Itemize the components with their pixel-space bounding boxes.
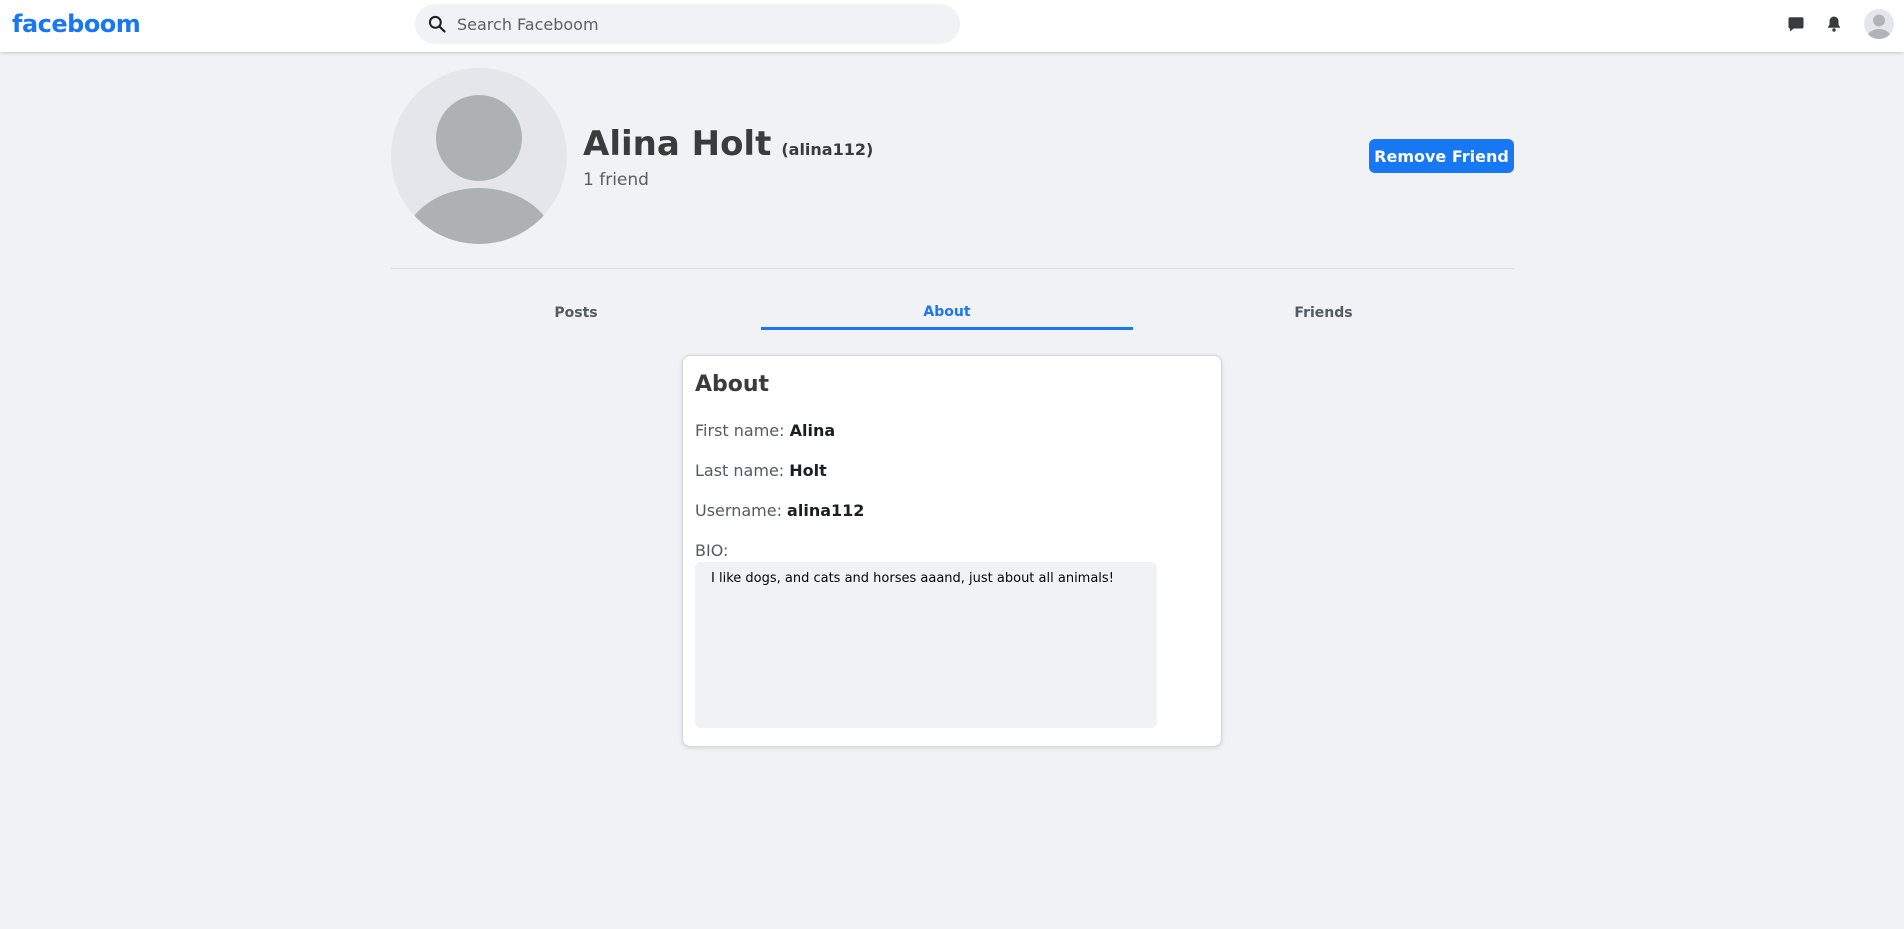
messenger-icon <box>1788 17 1804 32</box>
search-bar[interactable] <box>415 4 960 44</box>
account-avatar[interactable] <box>1864 9 1894 39</box>
first-name-value: Alina <box>789 421 836 440</box>
last-name-row: Last name: Holt <box>695 461 827 480</box>
username-label: Username: <box>695 501 782 520</box>
search-input[interactable] <box>457 5 937 43</box>
tab-friends[interactable]: Friends <box>1133 296 1514 330</box>
bell-icon <box>1828 16 1840 32</box>
about-title: About <box>695 372 770 397</box>
about-card: About First name: Alina Last name: Holt … <box>682 355 1222 747</box>
remove-friend-button[interactable]: Remove Friend <box>1369 139 1514 173</box>
username-row: Username: alina112 <box>695 501 864 520</box>
bio-text: I like dogs, and cats and horses aaand, … <box>695 562 1157 728</box>
profile-username: (alina112) <box>781 140 874 159</box>
profile-picture <box>391 68 567 244</box>
tab-posts[interactable]: Posts <box>391 296 761 330</box>
last-name-label: Last name: <box>695 461 785 480</box>
user-avatar-icon <box>403 95 555 244</box>
top-navbar: faceboom <box>0 0 1904 52</box>
header-divider <box>391 268 1514 269</box>
tab-about[interactable]: About <box>761 296 1133 330</box>
user-avatar-icon <box>1867 14 1891 39</box>
bio-label: BIO: <box>695 541 729 560</box>
search-icon <box>428 15 446 33</box>
messages-button[interactable] <box>1784 12 1808 36</box>
notifications-button[interactable] <box>1822 12 1846 36</box>
profile-name: Alina Holt <box>583 124 772 164</box>
first-name-row: First name: Alina <box>695 421 835 440</box>
first-name-label: First name: <box>695 421 785 440</box>
username-value: alina112 <box>787 501 865 520</box>
profile-name-row: Alina Holt (alina112) <box>583 124 873 164</box>
friend-count[interactable]: 1 friend <box>583 170 649 190</box>
app-logo[interactable]: faceboom <box>12 10 141 38</box>
last-name-value: Holt <box>789 461 827 480</box>
